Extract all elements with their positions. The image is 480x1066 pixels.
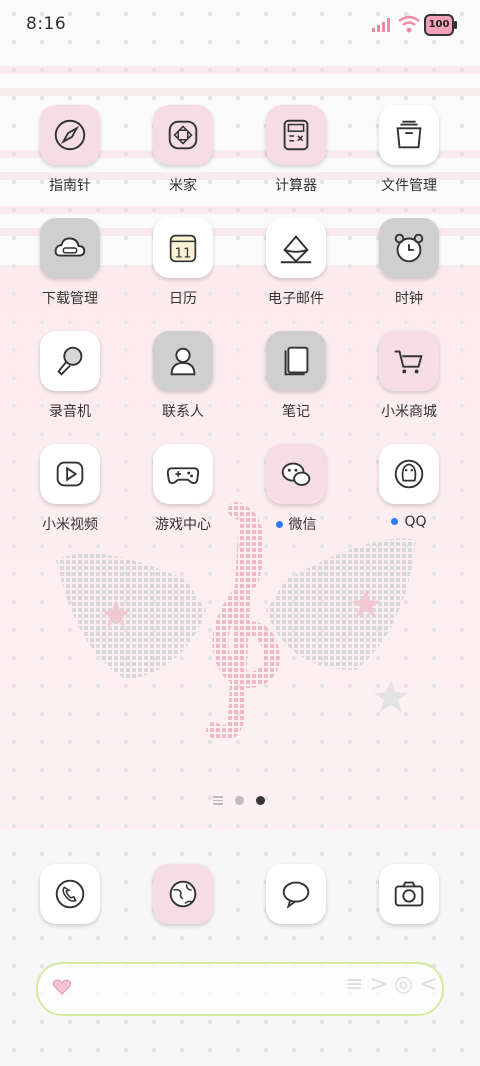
app-mi-video[interactable]: 小米视频 [20,444,120,544]
notification-dot [391,517,399,525]
dock-browser[interactable] [133,864,233,964]
battery-indicator: 100 [424,14,457,36]
search-decor-icons: ≡>◎< [345,972,444,997]
app-label-text: QQ [404,514,427,530]
app-label: 米家 [169,178,197,194]
phone-icon [40,864,100,924]
app-game-center[interactable]: 游戏中心 [133,444,233,544]
browser-globe-icon [153,864,213,924]
app-calendar[interactable]: 11 日历 [133,218,233,318]
status-time: 8:16 [26,14,67,34]
app-label: 时钟 [395,291,423,307]
app-label: 计算器 [275,178,317,194]
app-clock[interactable]: 时钟 [359,218,459,318]
alarm-clock-icon [379,218,439,278]
app-label: 笔记 [282,404,310,420]
wechat-icon [266,444,326,504]
dock-camera[interactable] [359,864,459,964]
dock-phone[interactable] [20,864,120,964]
app-label: 录音机 [49,404,91,420]
app-wechat[interactable]: 微信 [246,444,346,544]
page-dot [235,796,244,805]
page-indicator[interactable] [0,794,480,810]
app-file-manager[interactable]: 文件管理 [359,105,459,205]
app-label: QQ [359,514,459,530]
notes-icon [266,331,326,391]
app-mijia[interactable]: 米家 [133,105,233,205]
wifi-icon [398,15,420,33]
calendar-day: 11 [175,247,192,262]
app-label: 电子邮件 [268,291,324,307]
page-list-icon [213,796,223,805]
app-label: 指南针 [49,178,91,194]
app-download-manager[interactable]: 下载管理 [20,218,120,318]
file-manager-icon [379,105,439,165]
app-label: 文件管理 [381,178,437,194]
camera-icon [379,864,439,924]
mijia-icon [153,105,213,165]
app-notes[interactable]: 笔记 [246,331,346,431]
app-mi-store[interactable]: 小米商城 [359,331,459,431]
app-label: 日历 [169,291,197,307]
app-compass[interactable]: 指南针 [20,105,120,205]
video-play-icon [40,444,100,504]
app-email[interactable]: 电子邮件 [246,218,346,318]
qq-penguin-icon [379,444,439,504]
calendar-icon: 11 [153,218,213,278]
contacts-icon [153,331,213,391]
app-calculator[interactable]: 计算器 [246,105,346,205]
calculator-icon [266,105,326,165]
status-bar: 8:16 100 [0,0,480,52]
app-qq[interactable]: QQ [359,444,459,544]
messages-icon [266,864,326,924]
app-recorder[interactable]: 录音机 [20,331,120,431]
microphone-icon [40,331,100,391]
app-label: 小米商城 [381,404,437,420]
notification-dot [275,520,283,528]
app-label: 联系人 [162,404,204,420]
download-cloud-icon [40,218,100,278]
app-label: 微信 [246,514,346,534]
app-label: 游戏中心 [155,517,211,533]
dock-messages[interactable] [246,864,346,964]
compass-icon [40,105,100,165]
app-label-text: 微信 [288,517,317,533]
heart-search-icon [52,979,72,995]
email-icon [266,218,326,278]
gamepad-icon [153,444,213,504]
app-contacts[interactable]: 联系人 [133,331,233,431]
shopping-cart-icon [379,331,439,391]
app-label: 小米视频 [42,517,98,533]
signal-icon [372,18,390,32]
page-dot-active [256,796,265,805]
app-label: 下载管理 [42,291,98,307]
